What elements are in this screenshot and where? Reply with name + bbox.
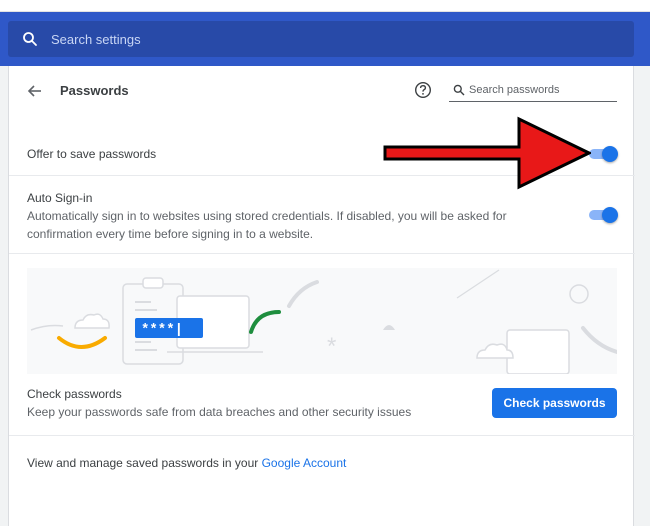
password-search-field[interactable] <box>449 80 617 102</box>
browser-top-strip <box>0 0 650 12</box>
back-arrow-icon[interactable] <box>25 81 45 101</box>
cloud-icon <box>74 313 110 329</box>
password-field-graphic: ****| <box>135 318 203 338</box>
toggle-knob <box>602 207 618 223</box>
search-passwords-input[interactable] <box>469 81 615 99</box>
circle-decoration <box>569 284 589 304</box>
page-title: Passwords <box>60 83 129 98</box>
auto-signin-label: Auto Sign-in <box>27 191 93 205</box>
phone-icon <box>506 329 570 374</box>
google-account-link[interactable]: Google Account <box>262 456 347 470</box>
svg-text:*: * <box>327 333 336 360</box>
manage-passwords-prefix: View and manage saved passwords in your <box>27 456 262 470</box>
check-passwords-label: Check passwords <box>27 387 122 401</box>
check-passwords-illustration: ****| * <box>27 268 617 374</box>
offer-save-label: Offer to save passwords <box>27 147 157 161</box>
masked-password-text: ****| <box>141 322 183 338</box>
auto-signin-description: Automatically sign in to websites using … <box>27 209 507 241</box>
settings-search-input[interactable]: Search settings <box>51 32 141 47</box>
offer-save-toggle[interactable] <box>587 146 618 162</box>
yellow-arc-decoration <box>57 336 107 349</box>
check-passwords-button[interactable]: Check passwords <box>492 388 617 418</box>
auto-signin-toggle[interactable] <box>587 207 618 223</box>
search-icon <box>22 31 38 47</box>
asterisk-icon: * <box>327 333 336 360</box>
search-icon <box>453 83 465 96</box>
settings-search-bar[interactable]: Search settings <box>8 21 634 57</box>
settings-header: Search settings <box>0 12 650 66</box>
green-arc-decoration <box>249 310 281 334</box>
check-passwords-description: Keep your passwords safe from data breac… <box>27 405 412 419</box>
offer-save-passwords-row: Offer to save passwords <box>9 132 635 176</box>
check-passwords-row: Check passwords Keep your passwords safe… <box>9 380 635 436</box>
help-icon[interactable] <box>414 81 432 99</box>
manage-passwords-text: View and manage saved passwords in your … <box>27 456 346 470</box>
toggle-knob <box>602 146 618 162</box>
passwords-title-bar: Passwords <box>9 66 635 116</box>
auto-signin-row: Auto Sign-in Automatically sign in to we… <box>9 176 635 254</box>
passwords-panel: Passwords Offer to save passwords <box>8 66 635 526</box>
